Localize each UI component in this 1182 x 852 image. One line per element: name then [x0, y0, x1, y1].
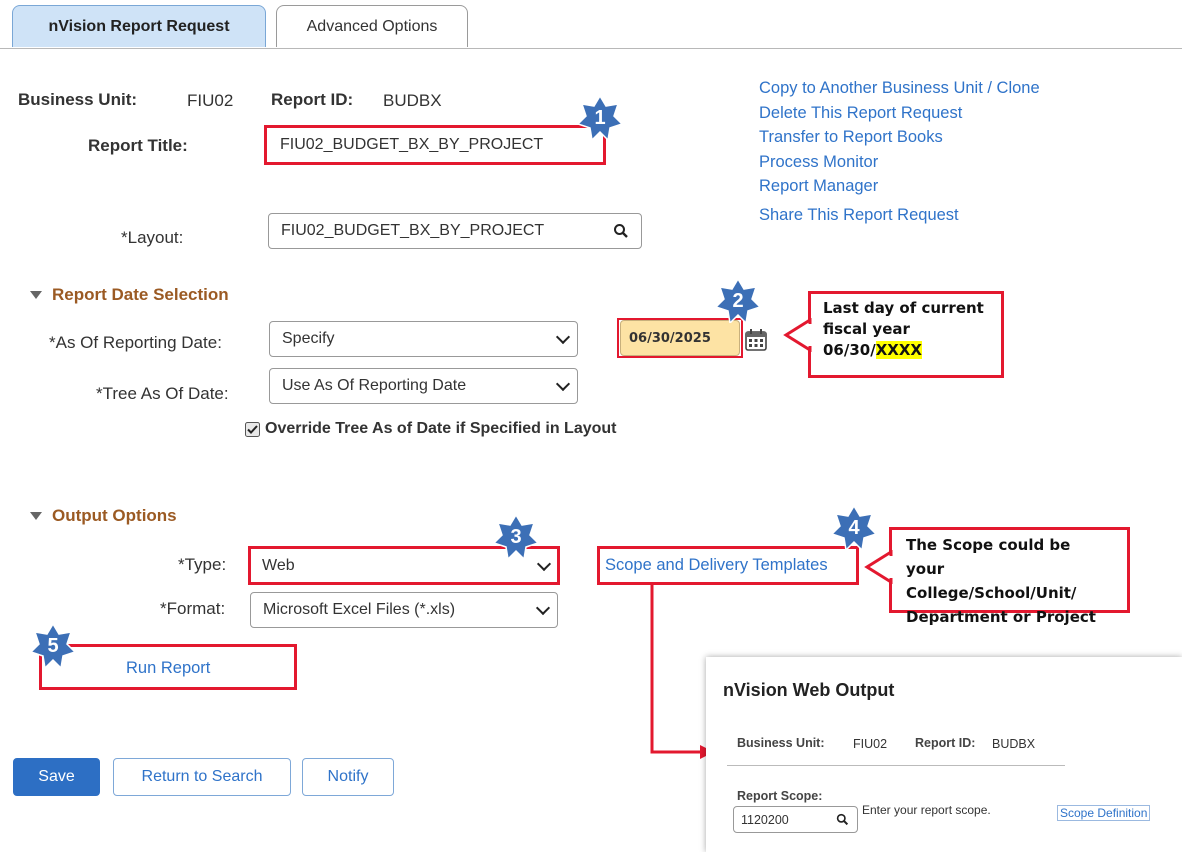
format-select[interactable]: Microsoft Excel Files (*.xls): [250, 592, 558, 628]
web-output-title: nVision Web Output: [723, 680, 895, 700]
report-id-value: BUDBX: [383, 91, 442, 110]
layout-label: *Layout:: [121, 228, 184, 247]
override-tree-label: Override Tree As of Date if Specified in…: [265, 420, 617, 437]
tab-advanced-options[interactable]: Advanced Options: [276, 5, 468, 47]
type-label: *Type:: [178, 555, 227, 574]
callout-scope-line1: The Scope could be your: [906, 536, 1071, 578]
badge-step-1-number: 1: [594, 107, 606, 129]
override-tree-checkbox-row[interactable]: Override Tree As of Date if Specified in…: [245, 420, 617, 438]
as-of-date-select[interactable]: Specify: [269, 321, 578, 357]
badge-step-2: 2: [716, 279, 760, 323]
web-output-scope-input[interactable]: 1120200: [733, 806, 858, 833]
badge-step-3-number: 3: [510, 526, 522, 548]
save-button[interactable]: Save: [13, 758, 100, 796]
link-share-request[interactable]: Share This Report Request: [759, 206, 959, 225]
web-output-business-unit-label: Business Unit:: [737, 736, 825, 750]
tab-divider: [0, 48, 1182, 49]
layout-value: FIU02_BUDGET_BX_BY_PROJECT: [281, 222, 545, 239]
annotation-box-scope: [597, 546, 859, 585]
tab-nvision-report-request[interactable]: nVision Report Request: [12, 5, 266, 47]
format-value: Microsoft Excel Files (*.xls): [263, 601, 456, 618]
web-output-divider: [727, 765, 1065, 766]
triangle-down-icon: [30, 512, 42, 520]
callout-scope: The Scope could be your College/School/U…: [889, 527, 1130, 626]
annotation-box-report-title: [264, 125, 606, 165]
section-report-date-title: Report Date Selection: [52, 285, 229, 304]
as-of-date-value: Specify: [282, 330, 335, 347]
report-id-label: Report ID:: [271, 90, 354, 109]
web-output-scope-label: Report Scope:: [737, 789, 823, 803]
web-output-scope-hint: Enter your report scope.: [862, 803, 991, 817]
badge-step-5-number: 5: [47, 635, 59, 657]
section-output-options[interactable]: Output Options: [30, 506, 177, 526]
annotation-box-run-report: [39, 644, 297, 690]
chevron-down-icon: [535, 600, 551, 616]
link-transfer-books[interactable]: Transfer to Report Books: [759, 128, 943, 147]
layout-input[interactable]: FIU02_BUDGET_BX_BY_PROJECT: [268, 213, 642, 249]
triangle-down-icon: [30, 291, 42, 299]
badge-step-5: 5: [31, 624, 75, 668]
web-output-scope-value: 1120200: [741, 812, 789, 827]
badge-step-3: 3: [494, 515, 538, 559]
chevron-down-icon: [555, 329, 571, 345]
badge-step-4: 4: [832, 506, 876, 550]
format-label: *Format:: [160, 599, 226, 618]
badge-step-2-number: 2: [732, 290, 744, 312]
section-report-date[interactable]: Report Date Selection: [30, 285, 229, 305]
checkbox-checked-icon[interactable]: [245, 421, 260, 437]
callout-date: Last day of current fiscal year 06/30/XX…: [808, 291, 1004, 378]
badge-step-4-number: 4: [848, 517, 860, 539]
scope-definition-link[interactable]: Scope Definition: [1057, 805, 1151, 821]
business-unit-value: FIU02: [187, 91, 234, 110]
link-copy-clone[interactable]: Copy to Another Business Unit / Clone: [759, 79, 1040, 98]
badge-step-1: 1: [578, 96, 622, 140]
link-process-monitor[interactable]: Process Monitor: [759, 153, 878, 172]
web-output-report-id-value: BUDBX: [992, 737, 1036, 751]
callout-date-line2: fiscal year: [823, 320, 910, 338]
annotation-box-date: [617, 318, 743, 358]
callout-date-prefix: 06/30/: [823, 341, 876, 359]
tree-as-of-select[interactable]: Use As Of Reporting Date: [269, 368, 578, 404]
web-output-business-unit-value: FIU02: [853, 737, 888, 751]
callout-scope-pointer: [864, 550, 893, 584]
callout-date-line1: Last day of current: [823, 299, 984, 317]
tree-as-of-label: *Tree As Of Date:: [96, 384, 229, 403]
link-report-manager[interactable]: Report Manager: [759, 177, 878, 196]
notify-button[interactable]: Notify: [302, 758, 394, 796]
callout-date-pointer: [783, 318, 812, 352]
return-to-search-button[interactable]: Return to Search: [113, 758, 291, 796]
chevron-down-icon: [555, 376, 571, 392]
tree-as-of-value: Use As Of Reporting Date: [282, 377, 467, 394]
report-title-label: Report Title:: [88, 136, 188, 155]
as-of-date-label: *As Of Reporting Date:: [49, 333, 222, 352]
magnifier-icon[interactable]: [613, 223, 629, 244]
callout-date-line3: 06/30/XXXX: [823, 340, 989, 361]
calendar-icon[interactable]: [743, 327, 769, 353]
magnifier-icon[interactable]: [836, 813, 849, 829]
callout-date-highlight: XXXX: [875, 341, 922, 359]
link-delete-request[interactable]: Delete This Report Request: [759, 104, 962, 123]
callout-scope-line3: Department or Project: [906, 608, 1096, 626]
web-output-panel: nVision Web Output Business Unit: FIU02 …: [706, 657, 1182, 852]
business-unit-label: Business Unit:: [18, 90, 138, 109]
section-output-title: Output Options: [52, 506, 177, 525]
web-output-report-id-label: Report ID:: [915, 736, 976, 750]
callout-scope-line2: College/School/Unit/: [906, 584, 1077, 602]
